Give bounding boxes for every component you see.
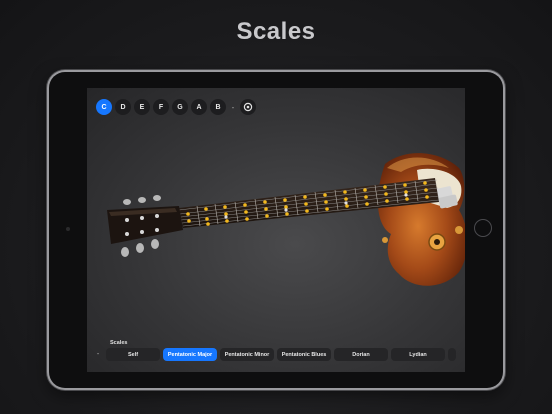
note-selector: C D E F G A B - [96, 99, 256, 115]
scale-chip-dorian[interactable]: Dorian [334, 348, 388, 361]
scale-chip-self[interactable]: Self [106, 348, 160, 361]
note-g-button[interactable]: G [172, 99, 188, 115]
app-screen: C D E F G A B - Scales - Self Pentatonic… [87, 88, 465, 372]
gear-icon [243, 102, 253, 112]
camera-dot [66, 227, 70, 231]
scale-chip-pentatonic-major[interactable]: Pentatonic Major [163, 348, 217, 361]
scale-chip-lydian[interactable]: Lydian [391, 348, 445, 361]
scales-section-label: Scales [110, 340, 128, 346]
note-separator: - [231, 102, 235, 112]
home-button [474, 219, 492, 237]
scale-chip-pentatonic-minor[interactable]: Pentatonic Minor [220, 348, 274, 361]
settings-button[interactable] [240, 99, 256, 115]
page-headline: Scales [236, 18, 316, 45]
ipad-frame: C D E F G A B - Scales - Self Pentatonic… [49, 72, 503, 388]
scale-chip-next[interactable] [448, 348, 456, 361]
note-a-button[interactable]: A [191, 99, 207, 115]
note-f-button[interactable]: F [153, 99, 169, 115]
note-b-button[interactable]: B [210, 99, 226, 115]
note-c-button[interactable]: C [96, 99, 112, 115]
scale-prev-button[interactable]: - [93, 351, 103, 358]
note-d-button[interactable]: D [115, 99, 131, 115]
guitar-illustration [107, 153, 465, 286]
scale-chip-pentatonic-blues[interactable]: Pentatonic Blues [277, 348, 331, 361]
scale-selector: - Self Pentatonic Major Pentatonic Minor… [93, 348, 456, 361]
note-e-button[interactable]: E [134, 99, 150, 115]
